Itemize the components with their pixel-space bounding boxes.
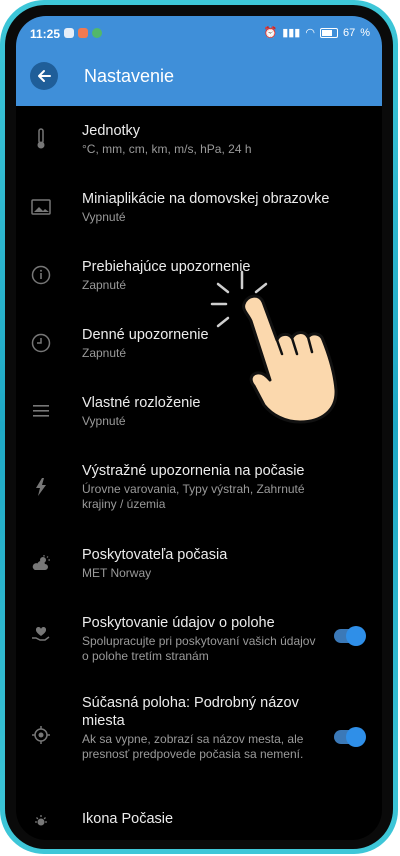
setting-weather-provider[interactable]: Poskytovateľa počasia MET Norway (16, 538, 382, 598)
setting-subtitle: Ak sa vypne, zobrazí sa názov mesta, ale… (82, 732, 304, 761)
percent-sign: % (360, 26, 370, 39)
page-title: Nastavenie (84, 66, 175, 86)
partly-cloudy-icon (30, 552, 52, 574)
notification-icon-c (92, 28, 102, 38)
setting-title: Denné upozornenie (82, 327, 209, 343)
setting-detailed-place-name[interactable]: Súčasná poloha: Podrobný názov miesta Ak… (16, 686, 382, 786)
notification-icon-a (64, 28, 74, 38)
back-button[interactable] (30, 62, 58, 90)
app-bar: Nastavenie (16, 50, 382, 106)
setting-subtitle: °C, mm, cm, km, m/s, hPa, 24 h (82, 142, 252, 156)
setting-title: Ikona Počasie (82, 811, 174, 827)
clock-icon (30, 332, 52, 354)
toggle-knob (346, 626, 366, 646)
location-sharing-toggle[interactable] (334, 626, 366, 646)
setting-subtitle: Vypnuté (82, 210, 126, 224)
screen: 11:25 ⏰ ▮▮▮ ◠ 67 % Nastavenie Jednotky °… (16, 16, 382, 840)
setting-custom-layout[interactable]: Vlastné rozloženie Vypnuté (16, 386, 382, 446)
setting-weather-alerts[interactable]: Výstražné upozornenia na počasie Úrovne … (16, 454, 382, 530)
setting-title: Jednotky (82, 123, 141, 139)
setting-title: Vlastné rozloženie (82, 395, 201, 411)
setting-subtitle: Zapnuté (82, 278, 127, 292)
gps-target-icon (30, 724, 52, 746)
heart-hand-icon (30, 624, 52, 646)
detailed-place-toggle[interactable] (334, 727, 366, 747)
setting-subtitle: Zapnuté (82, 346, 127, 360)
status-time: 11:25 (30, 27, 61, 41)
setting-title: Poskytovanie údajov o polohe (82, 615, 275, 631)
toggle-knob (346, 727, 366, 747)
setting-title: Výstražné upozornenia na počasie (82, 463, 305, 479)
info-icon (30, 264, 52, 286)
setting-daily-notification[interactable]: Denné upozornenie Zapnuté (16, 318, 382, 378)
alarm-icon: ⏰ (263, 27, 278, 39)
arrow-left-icon (38, 70, 51, 82)
setting-units[interactable]: Jednotky °C, mm, cm, km, m/s, hPa, 24 h (16, 114, 382, 174)
setting-ongoing-notification[interactable]: Prebiehajúce upozornenie Zapnuté (16, 250, 382, 310)
battery-percent: 67 (342, 26, 356, 39)
setting-title: Prebiehajúce upozornenie (82, 259, 251, 275)
wifi-icon: ◠ (305, 27, 315, 39)
battery-icon (319, 27, 338, 38)
setting-title: Poskytovateľa počasia (82, 547, 228, 563)
lightning-icon (30, 476, 52, 498)
menu-lines-icon (30, 400, 52, 422)
status-right: ⏰ ▮▮▮ ◠ 67 % (263, 26, 370, 40)
setting-subtitle: Úrovne varovania, Typy výstrah, Zahrnuté… (82, 482, 305, 511)
setting-location-data-sharing[interactable]: Poskytovanie údajov o polohe Spolupracuj… (16, 606, 382, 682)
setting-subtitle: Spolupracujte pri poskytovaní vašich úda… (82, 634, 316, 663)
setting-subtitle: MET Norway (82, 566, 152, 580)
signal-icon: ▮▮▮ (282, 27, 301, 39)
status-bar: 11:25 ⏰ ▮▮▮ ◠ 67 % (16, 16, 382, 50)
setting-widgets[interactable]: Miniaplikácie na domovskej obrazovke Vyp… (16, 182, 382, 242)
thermometer-icon (30, 128, 52, 150)
notification-icon-b (78, 28, 88, 38)
setting-subtitle: Vypnuté (82, 414, 126, 428)
setting-weather-icon[interactable]: Ikona Počasie (16, 802, 382, 840)
sun-icon (30, 810, 52, 832)
image-icon (30, 196, 52, 218)
setting-title: Miniaplikácie na domovskej obrazovke (82, 191, 330, 207)
setting-title: Súčasná poloha: Podrobný názov miesta (82, 695, 299, 729)
